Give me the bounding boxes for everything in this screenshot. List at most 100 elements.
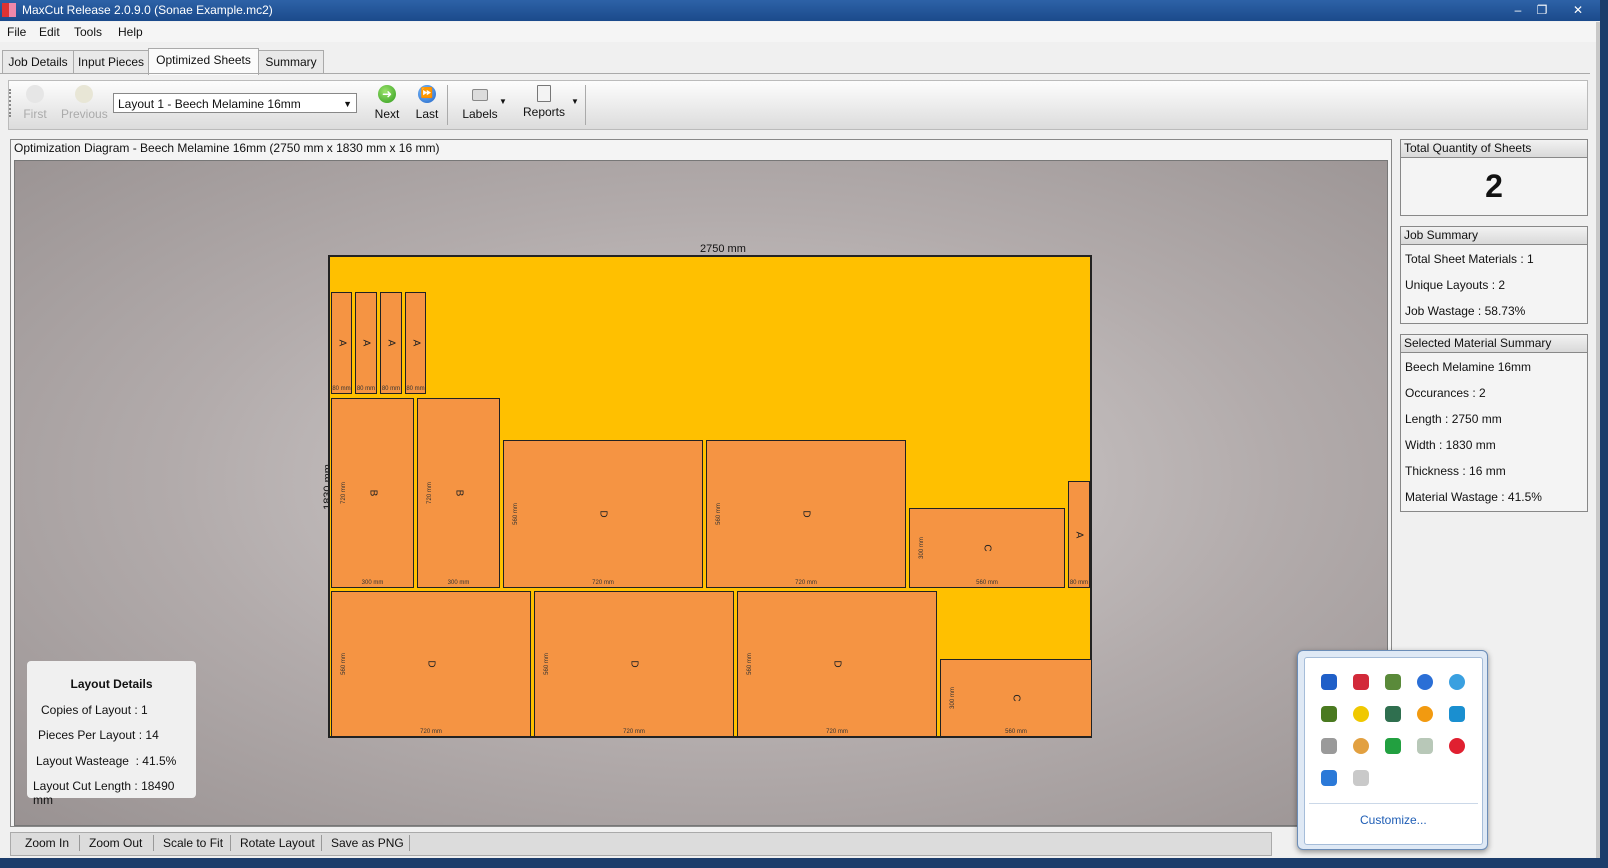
power-icon[interactable] (1385, 674, 1401, 690)
globe-icon[interactable] (1321, 770, 1337, 786)
piece-height: 560 mm (715, 503, 722, 525)
display-icon[interactable] (1449, 706, 1465, 722)
piece-label: A (336, 339, 347, 347)
maximize-button[interactable]: ❐ (1530, 2, 1554, 18)
save-as-png-button[interactable]: Save as PNG (331, 836, 404, 850)
lightning-icon[interactable] (1417, 674, 1433, 690)
window-scrollbar[interactable] (1596, 22, 1600, 858)
printer-icon[interactable] (1321, 738, 1337, 754)
piece-width: 720 mm (592, 580, 614, 586)
piece-label: D (425, 660, 437, 668)
piece[interactable]: A 80 mm (405, 292, 426, 394)
minimize-button[interactable]: – (1506, 2, 1530, 18)
reports-icon (537, 85, 551, 102)
material-width: Width : 1830 mm (1405, 438, 1496, 452)
menu-file[interactable]: File (7, 25, 26, 39)
last-button[interactable]: ⏩ Last (413, 85, 441, 121)
piece[interactable]: A 80 mm (1068, 481, 1090, 588)
piece[interactable]: A 80 mm (380, 292, 402, 394)
bottom-separator (153, 835, 154, 851)
close-button[interactable]: ✕ (1566, 2, 1590, 18)
total-quantity-panel: Total Quantity of Sheets 2 (1400, 139, 1588, 216)
diagram-canvas[interactable]: 2750 mm 1830 mm A 80 mm A 80 mm A 80 mm … (14, 160, 1388, 826)
tab-summary[interactable]: Summary (258, 50, 324, 73)
title-bar: MaxCut Release 2.0.9.0 (Sonae Example.mc… (0, 0, 1600, 21)
menu-help[interactable]: Help (118, 25, 143, 39)
piece[interactable]: D 560 mm 720 mm (503, 440, 703, 588)
piece-width: 720 mm (826, 729, 848, 735)
arrows-icon[interactable] (1321, 706, 1337, 722)
toolbar-grip[interactable] (9, 89, 14, 117)
piece[interactable]: A 80 mm (355, 292, 377, 394)
update-icon[interactable] (1417, 706, 1433, 722)
first-button[interactable]: First (21, 85, 49, 121)
network-icon[interactable] (1449, 674, 1465, 690)
piece-label: C (1010, 694, 1022, 702)
bottom-button-bar: Zoom In Zoom Out Scale to Fit Rotate Lay… (10, 832, 1272, 856)
labels-button[interactable]: Labels (457, 85, 503, 121)
sync-icon[interactable] (1385, 738, 1401, 754)
piece-width: 80 mm (406, 386, 425, 392)
first-icon (26, 85, 44, 103)
bluetooth-icon[interactable] (1321, 674, 1337, 690)
piece[interactable]: C 300 mm 560 mm (909, 508, 1065, 588)
piece-label: D (597, 510, 609, 518)
zoom-in-button[interactable]: Zoom In (25, 836, 69, 850)
menu-bar: File Edit Tools Help (0, 22, 1600, 42)
piece-height: 720 mm (426, 482, 433, 504)
chat-icon[interactable] (1353, 706, 1369, 722)
check-icon[interactable] (1417, 738, 1433, 754)
window-title: MaxCut Release 2.0.9.0 (Sonae Example.mc… (22, 3, 273, 17)
total-quantity-value: 2 (1485, 168, 1503, 204)
piece-width: 300 mm (361, 580, 384, 586)
piece-height: 300 mm (918, 537, 925, 559)
piece-label: A (1073, 531, 1085, 538)
material-summary-title: Selected Material Summary (1401, 335, 1587, 353)
total-quantity-title: Total Quantity of Sheets (1401, 140, 1587, 158)
piece[interactable]: C 300 mm 560 mm (940, 659, 1092, 737)
blocked-icon[interactable] (1353, 738, 1369, 754)
piece[interactable]: B 720 mm 300 mm (331, 398, 414, 588)
mouse-icon[interactable] (1353, 770, 1369, 786)
piece-width: 300 mm (447, 580, 470, 586)
record-icon[interactable] (1449, 738, 1465, 754)
customize-link[interactable]: Customize... (1360, 813, 1427, 827)
tray-divider (1309, 803, 1478, 804)
menu-tools[interactable]: Tools (74, 25, 102, 39)
piece-label: A (385, 339, 397, 347)
unique-layouts: Unique Layouts : 2 (1405, 278, 1506, 292)
piece-height: 560 mm (340, 653, 347, 675)
tab-optimized-sheets[interactable]: Optimized Sheets (148, 48, 259, 75)
last-label: Last (415, 107, 439, 121)
piece[interactable]: B 720 mm 300 mm (417, 398, 500, 588)
piece[interactable]: A 80 mm (331, 292, 352, 394)
piece[interactable]: D 560 mm 720 mm (737, 591, 937, 737)
menu-edit[interactable]: Edit (39, 25, 60, 39)
piece[interactable]: D 560 mm 720 mm (534, 591, 734, 737)
reports-dropdown-icon[interactable]: ▼ (571, 97, 579, 106)
piece[interactable]: D 560 mm 720 mm (331, 591, 531, 737)
zoom-out-button[interactable]: Zoom Out (89, 836, 142, 850)
rotate-layout-button[interactable]: Rotate Layout (240, 836, 315, 850)
previous-button[interactable]: Previous (61, 85, 108, 121)
scale-to-fit-button[interactable]: Scale to Fit (163, 836, 223, 850)
layout-details-title: Layout Details (70, 677, 153, 691)
layout-select[interactable]: Layout 1 - Beech Melamine 16mm ▼ (113, 93, 357, 113)
sheet-width-label: 2750 mm (700, 243, 746, 255)
reports-button[interactable]: Reports (519, 85, 569, 119)
previous-icon (75, 85, 93, 103)
labels-dropdown-icon[interactable]: ▼ (499, 97, 507, 106)
tab-job-details[interactable]: Job Details (2, 50, 74, 73)
tab-input-pieces[interactable]: Input Pieces (73, 50, 149, 73)
piece[interactable]: D 560 mm 720 mm (706, 440, 906, 588)
job-summary-title: Job Summary (1401, 227, 1587, 245)
labels-label: Labels (462, 107, 498, 121)
first-label: First (23, 107, 47, 121)
piece-label: D (800, 510, 812, 518)
layout-select-value: Layout 1 - Beech Melamine 16mm (118, 97, 301, 111)
next-button[interactable]: ➜ Next (373, 85, 401, 121)
security-icon[interactable] (1353, 674, 1369, 690)
audio-icon[interactable] (1385, 706, 1401, 722)
piece-label: B (367, 489, 378, 497)
material-length: Length : 2750 mm (1405, 412, 1502, 426)
